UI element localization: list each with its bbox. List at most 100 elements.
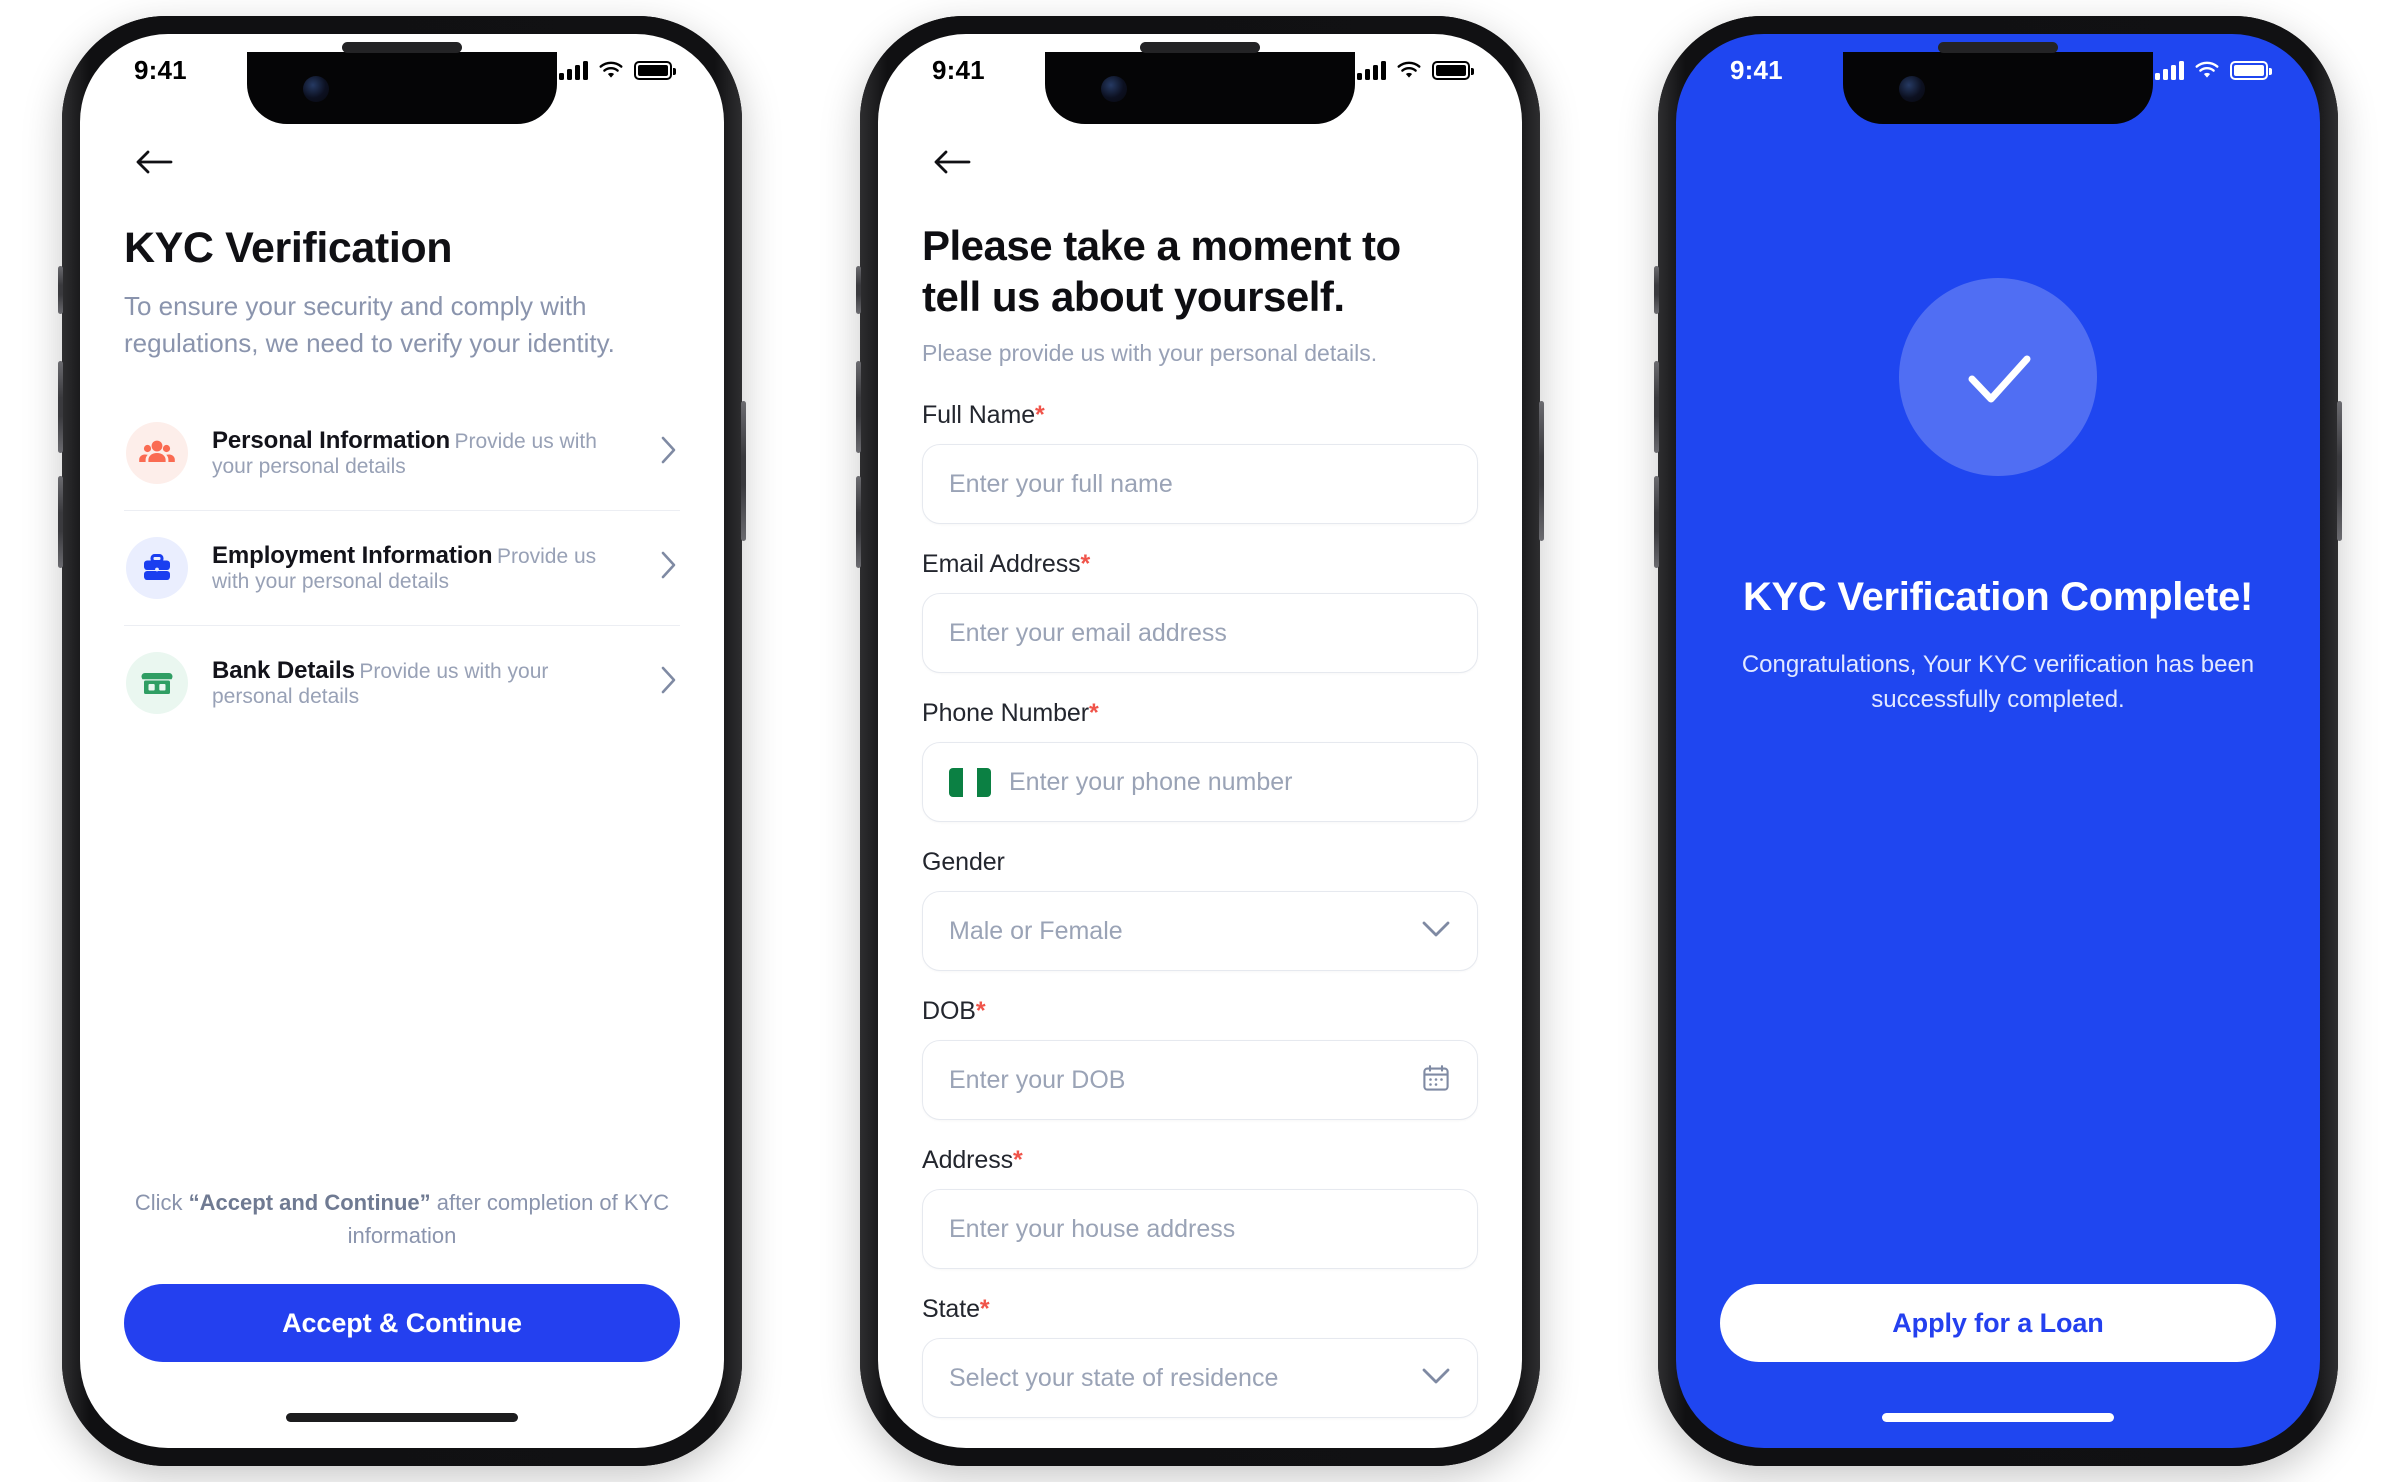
briefcase-icon [126,536,188,599]
phone-1-kyc-verification: 9:41 KYC Verification To ensure your sec… [58,16,746,1466]
volume-down-button[interactable] [58,476,63,568]
apply-for-loan-button[interactable]: Apply for a Loan [1720,1284,2276,1362]
gender-label: Gender [922,848,1478,877]
page-subtitle: To ensure your security and comply with … [124,291,615,359]
wifi-icon [2194,60,2220,80]
label-text: Address [922,1146,1014,1175]
label-text: DOB [922,997,976,1026]
page-subtitle: Please provide us with your personal det… [922,340,1378,367]
address-input[interactable]: Enter your house address [922,1189,1478,1270]
phone-number-placeholder: Enter your phone number [1009,767,1293,796]
volume-up-button[interactable] [856,361,861,453]
required-marker: * [1035,401,1045,430]
people-group-icon [126,421,188,484]
state-placeholder: Select your state of residence [949,1363,1279,1392]
personal-details-form: Full Name* Enter your full name Email Ad… [922,401,1478,1419]
notch [247,42,557,124]
field-address: Address* Enter your house address [922,1146,1478,1270]
accept-and-continue-button[interactable]: Accept & Continue [124,1284,680,1362]
dob-input[interactable]: Enter your DOB [922,1040,1478,1121]
cellular-bars-icon [1357,60,1386,80]
wifi-icon [1396,60,1422,80]
phone-2-personal-details: 9:41 Please take a moment to tell us abo… [856,16,1544,1466]
kyc-step-list: Personal Information Provide us with you… [124,396,680,740]
volume-down-button[interactable] [1654,476,1659,568]
address-label: Address* [922,1146,1478,1175]
full-name-label: Full Name* [922,401,1478,430]
success-badge [1899,278,2097,476]
required-marker: * [975,997,986,1026]
mute-switch[interactable] [58,266,63,314]
dob-label: DOB* [922,997,1478,1026]
email-address-input[interactable]: Enter your email address [922,593,1478,674]
checkmark-icon [1968,355,2031,403]
home-indicator[interactable] [1882,1413,2114,1422]
gender-select[interactable]: Male or Female [922,891,1478,972]
power-button[interactable] [2337,401,2342,541]
page-title: KYC Verification [124,224,453,272]
email-address-placeholder: Enter your email address [949,618,1227,647]
power-button[interactable] [741,401,746,541]
field-state: State* Select your state of residence [922,1295,1478,1419]
kyc-item-employment-information[interactable]: Employment Information Provide us with y… [124,509,680,625]
status-icons [2155,60,2272,80]
mute-switch[interactable] [1654,266,1659,314]
wifi-icon [598,60,624,80]
label-text: Full Name [922,401,1036,430]
dob-placeholder: Enter your DOB [949,1065,1126,1094]
field-gender: Gender Male or Female [922,848,1478,972]
footer-hint: Click “Accept and Continue” after comple… [124,1186,680,1252]
status-time: 9:41 [134,54,187,85]
label-text: Email Address [922,550,1081,579]
earpiece-speaker [1938,42,2058,53]
chevron-down-icon[interactable] [1421,920,1451,943]
kyc-item-text: Personal Information Provide us with you… [212,427,634,479]
phone-mockup-stage: 9:41 KYC Verification To ensure your sec… [0,0,2400,1482]
back-button[interactable] [126,134,182,190]
footer-hint-prefix: Click [134,1190,189,1215]
field-email-address: Email Address* Enter your email address [922,550,1478,674]
kyc-item-text: Employment Information Provide us with y… [212,542,634,594]
mute-switch[interactable] [856,266,861,314]
back-button[interactable] [924,134,980,190]
kyc-item-title: Bank Details [212,656,355,684]
required-marker: * [1080,550,1091,579]
label-text: State [922,1295,980,1324]
gender-placeholder: Male or Female [949,916,1123,945]
calendar-icon[interactable] [1421,1063,1451,1098]
kyc-item-bank-details[interactable]: Bank Details Provide us with your person… [124,624,680,740]
notch [1045,42,1355,124]
battery-full-icon [634,60,676,80]
chevron-right-icon [658,434,678,471]
full-name-input[interactable]: Enter your full name [922,444,1478,525]
kyc-item-title: Personal Information [212,426,451,454]
cellular-bars-icon [559,60,588,80]
cellular-bars-icon [2155,60,2184,80]
kyc-item-personal-information[interactable]: Personal Information Provide us with you… [124,396,680,510]
state-label: State* [922,1295,1478,1324]
chevron-down-icon[interactable] [1421,1367,1451,1390]
chevron-right-icon [658,549,678,586]
required-marker: * [1013,1146,1023,1175]
label-text: Gender [922,848,1005,877]
phone-number-label: Phone Number* [922,699,1478,728]
phone-2-content: Please take a moment to tell us about yo… [878,134,1522,1419]
footer-hint-emphasis: “Accept and Continue” [188,1190,431,1215]
status-time: 9:41 [932,54,985,85]
volume-down-button[interactable] [856,476,861,568]
nigeria-flag-icon[interactable] [949,767,991,797]
home-indicator[interactable] [286,1413,518,1422]
field-phone-number: Phone Number* Enter your phone number [922,699,1478,823]
battery-full-icon [2230,60,2272,80]
front-camera [303,76,329,102]
volume-up-button[interactable] [58,361,63,453]
phone-number-input[interactable]: Enter your phone number [922,742,1478,823]
volume-up-button[interactable] [1654,361,1659,453]
chevron-right-icon [658,664,678,701]
full-name-placeholder: Enter your full name [949,469,1173,498]
power-button[interactable] [1539,401,1544,541]
state-select[interactable]: Select your state of residence [922,1338,1478,1419]
battery-full-icon [1432,60,1474,80]
phone-1-content: KYC Verification To ensure your security… [80,134,724,740]
status-icons [1357,60,1474,80]
